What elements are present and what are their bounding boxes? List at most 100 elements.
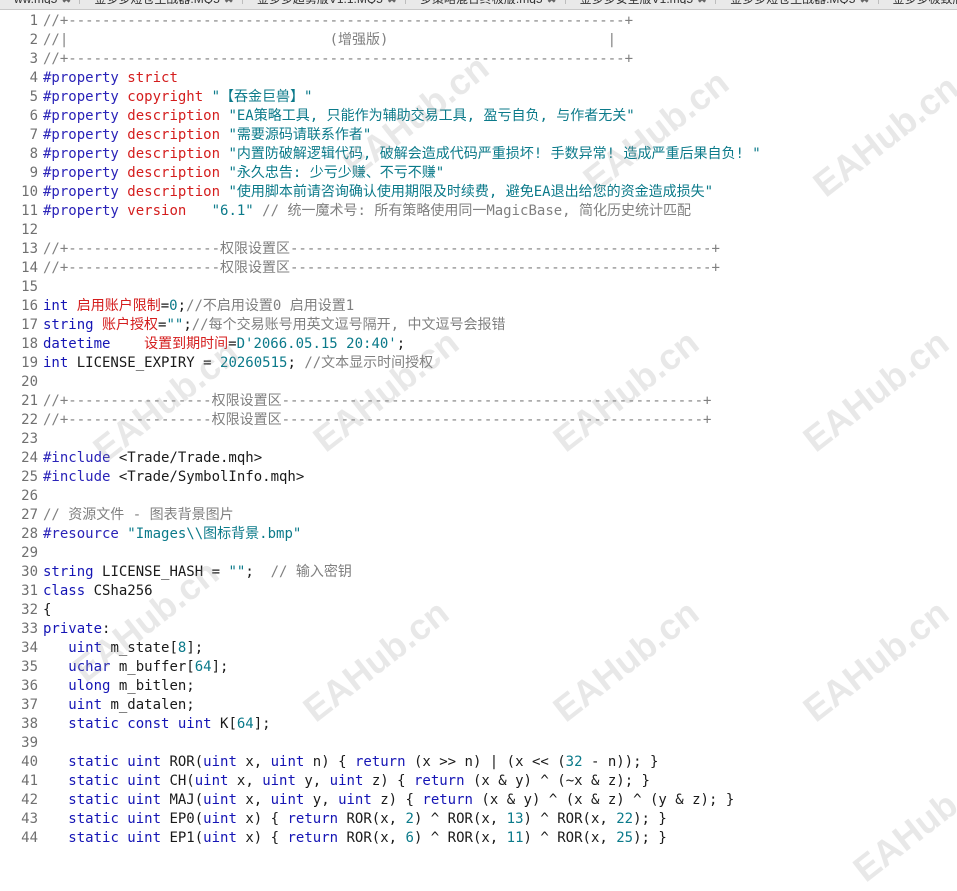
close-icon[interactable]: ✖ — [859, 0, 869, 4]
code-token: "内置防破解逻辑代码, 破解会造成代码严重损坏! 手数异常! 造成严重后果自负!… — [228, 146, 760, 162]
file-tab[interactable]: 金多多极致版.m✖ — [879, 0, 957, 4]
file-tab[interactable]: 金多多超勇版V1.1.MQ5 ✖ — [243, 0, 406, 4]
code-text[interactable]: static const uint K[64]; — [43, 715, 271, 734]
code-text[interactable]: static uint ROR(uint x, uint n) { return… — [43, 753, 658, 772]
file-tab[interactable]: 金多多短仓主战器.MQ5✖ — [716, 0, 878, 4]
code-text[interactable]: //+-----------------权限设置区---------------… — [43, 392, 711, 411]
code-line: 14//+------------------权限设置区------------… — [0, 259, 957, 278]
code-text[interactable]: datetime 设置到期时间=D'2066.05.15 20:40'; — [43, 335, 405, 354]
code-text[interactable]: ulong m_bitlen; — [43, 677, 195, 696]
code-token: uint — [68, 640, 110, 656]
file-tab[interactable]: ww.mq5✖ — [0, 0, 80, 4]
file-tab[interactable]: 金多多短仓主战器.MQ5✖ — [80, 0, 242, 4]
code-line: 9#property description "永久忠告: 少亏少赚、不亏不赚" — [0, 164, 957, 183]
code-line: 6#property description "EA策略工具, 只能作为辅助交易… — [0, 107, 957, 126]
code-text[interactable]: string 账户授权="";//每个交易账号用英文逗号隔开, 中文逗号会报错 — [43, 316, 505, 335]
code-text[interactable]: static uint CH(uint x, uint y, uint z) {… — [43, 772, 650, 791]
code-text[interactable]: #include <Trade/SymbolInfo.mqh> — [43, 468, 304, 487]
code-text[interactable]: // 资源文件 - 图表背景图片 — [43, 506, 234, 525]
close-icon[interactable]: ✖ — [224, 0, 234, 4]
code-text[interactable]: #property description "EA策略工具, 只能作为辅助交易工… — [43, 107, 635, 126]
code-token: ; — [178, 298, 186, 314]
code-token — [43, 716, 68, 732]
code-text[interactable]: #property version "6.1" // 统一魔术号: 所有策略使用… — [43, 202, 691, 221]
code-token: // 统一魔术号: 所有策略使用同一MagicBase, 简化历史统计匹配 — [254, 203, 691, 219]
close-icon[interactable]: ✖ — [547, 0, 557, 4]
code-text[interactable]: static uint EP0(uint x) { return ROR(x, … — [43, 810, 667, 829]
code-token: EP1( — [169, 830, 203, 846]
code-text[interactable]: uint m_datalen; — [43, 696, 195, 715]
code-line: 3//+------------------------------------… — [0, 50, 957, 69]
code-text[interactable]: string LICENSE_HASH = ""; // 输入密钥 — [43, 563, 352, 582]
code-text[interactable]: //+-------------------------------------… — [43, 50, 633, 69]
code-text[interactable]: static uint EP1(uint x) { return ROR(x, … — [43, 829, 667, 848]
line-number: 34 — [0, 639, 38, 658]
code-line: 20 — [0, 373, 957, 392]
code-token: z) { — [372, 773, 414, 789]
code-text[interactable]: #property description "需要源码请联系作者" — [43, 126, 371, 145]
code-text[interactable]: int 启用账户限制=0;//不启用设置0 启用设置1 — [43, 297, 354, 316]
code-text[interactable]: static uint MAJ(uint x, uint y, uint z) … — [43, 791, 734, 810]
close-icon[interactable]: ✖ — [61, 0, 71, 4]
code-text[interactable]: //+-------------------------------------… — [43, 12, 633, 31]
code-text[interactable]: private: — [43, 620, 110, 639]
code-editor[interactable]: 1//+------------------------------------… — [0, 12, 957, 850]
code-token: #property — [43, 89, 127, 105]
code-token: //+------------------权限设置区--------------… — [43, 241, 720, 257]
code-text[interactable]: uint m_state[8]; — [43, 639, 203, 658]
code-token — [43, 773, 68, 789]
code-token: x, — [245, 792, 270, 808]
file-tab[interactable]: 金多多安全版V1.mq5✖ — [566, 0, 716, 4]
code-text[interactable]: int LICENSE_EXPIRY = 20260515; //文本显示时间授… — [43, 354, 433, 373]
line-number: 23 — [0, 430, 38, 449]
code-token: //不启用设置0 启用设置1 — [186, 298, 354, 314]
code-line: 13//+------------------权限设置区------------… — [0, 240, 957, 259]
code-token: #property — [43, 165, 127, 181]
code-text[interactable]: #property copyright "【吞金巨兽】" — [43, 88, 312, 107]
code-text[interactable]: #include <Trade/Trade.mqh> — [43, 449, 262, 468]
code-line: 17string 账户授权="";//每个交易账号用英文逗号隔开, 中文逗号会报… — [0, 316, 957, 335]
line-number: 39 — [0, 734, 38, 753]
code-line: 15 — [0, 278, 957, 297]
code-token: // 输入密钥 — [271, 564, 352, 580]
code-text[interactable]: #resource "Images\\图标背景.bmp" — [43, 525, 301, 544]
line-number: 16 — [0, 297, 38, 316]
code-line: 42 static uint MAJ(uint x, uint y, uint … — [0, 791, 957, 810]
code-line: 36 ulong m_bitlen; — [0, 677, 957, 696]
code-token: "【吞金巨兽】" — [212, 89, 313, 105]
code-token: D'2066.05.15 20:40' — [237, 336, 397, 352]
code-token: "Images\\图标背景.bmp" — [127, 526, 301, 542]
code-token: description — [127, 108, 228, 124]
code-token: static uint — [68, 811, 169, 827]
code-token: return — [422, 792, 481, 808]
code-line: 11#property version "6.1" // 统一魔术号: 所有策略… — [0, 202, 957, 221]
code-text[interactable]: #property description "永久忠告: 少亏少赚、不亏不赚" — [43, 164, 444, 183]
code-token: //+-----------------权限设置区---------------… — [43, 412, 711, 428]
code-token: ; — [397, 336, 405, 352]
code-token: x, — [245, 754, 270, 770]
code-text[interactable]: //| (增强版) | — [43, 31, 616, 50]
code-text[interactable]: #property description "使用脚本前请咨询确认使用期限及时续… — [43, 183, 713, 202]
code-token: uint — [203, 754, 245, 770]
code-text[interactable]: //+------------------权限设置区--------------… — [43, 240, 720, 259]
code-token: 2 — [406, 811, 414, 827]
code-text[interactable]: uchar m_buffer[64]; — [43, 658, 228, 677]
code-text[interactable]: #property strict — [43, 69, 178, 88]
file-tab-label: 金多多超勇版V1.1.MQ5 — [257, 0, 383, 4]
code-text[interactable]: #property description "内置防破解逻辑代码, 破解会造成代… — [43, 145, 761, 164]
close-icon[interactable]: ✖ — [387, 0, 397, 4]
code-token: // 资源文件 - 图表背景图片 — [43, 507, 234, 523]
code-text[interactable]: class CSha256 — [43, 582, 153, 601]
code-text[interactable]: { — [43, 601, 51, 620]
line-number: 10 — [0, 183, 38, 202]
close-icon[interactable]: ✖ — [697, 0, 707, 4]
line-number: 7 — [0, 126, 38, 145]
code-token: ]; — [186, 640, 203, 656]
code-text[interactable]: //+------------------权限设置区--------------… — [43, 259, 720, 278]
code-line: 23 — [0, 430, 957, 449]
code-token: m_buffer[ — [119, 659, 195, 675]
code-token: (x & y) ^ (~x & z); } — [473, 773, 650, 789]
file-tab[interactable]: 多策略混合终极版.mq5✖ — [406, 0, 566, 4]
code-text[interactable]: //+-----------------权限设置区---------------… — [43, 411, 711, 430]
code-token: "6.1" — [212, 203, 254, 219]
